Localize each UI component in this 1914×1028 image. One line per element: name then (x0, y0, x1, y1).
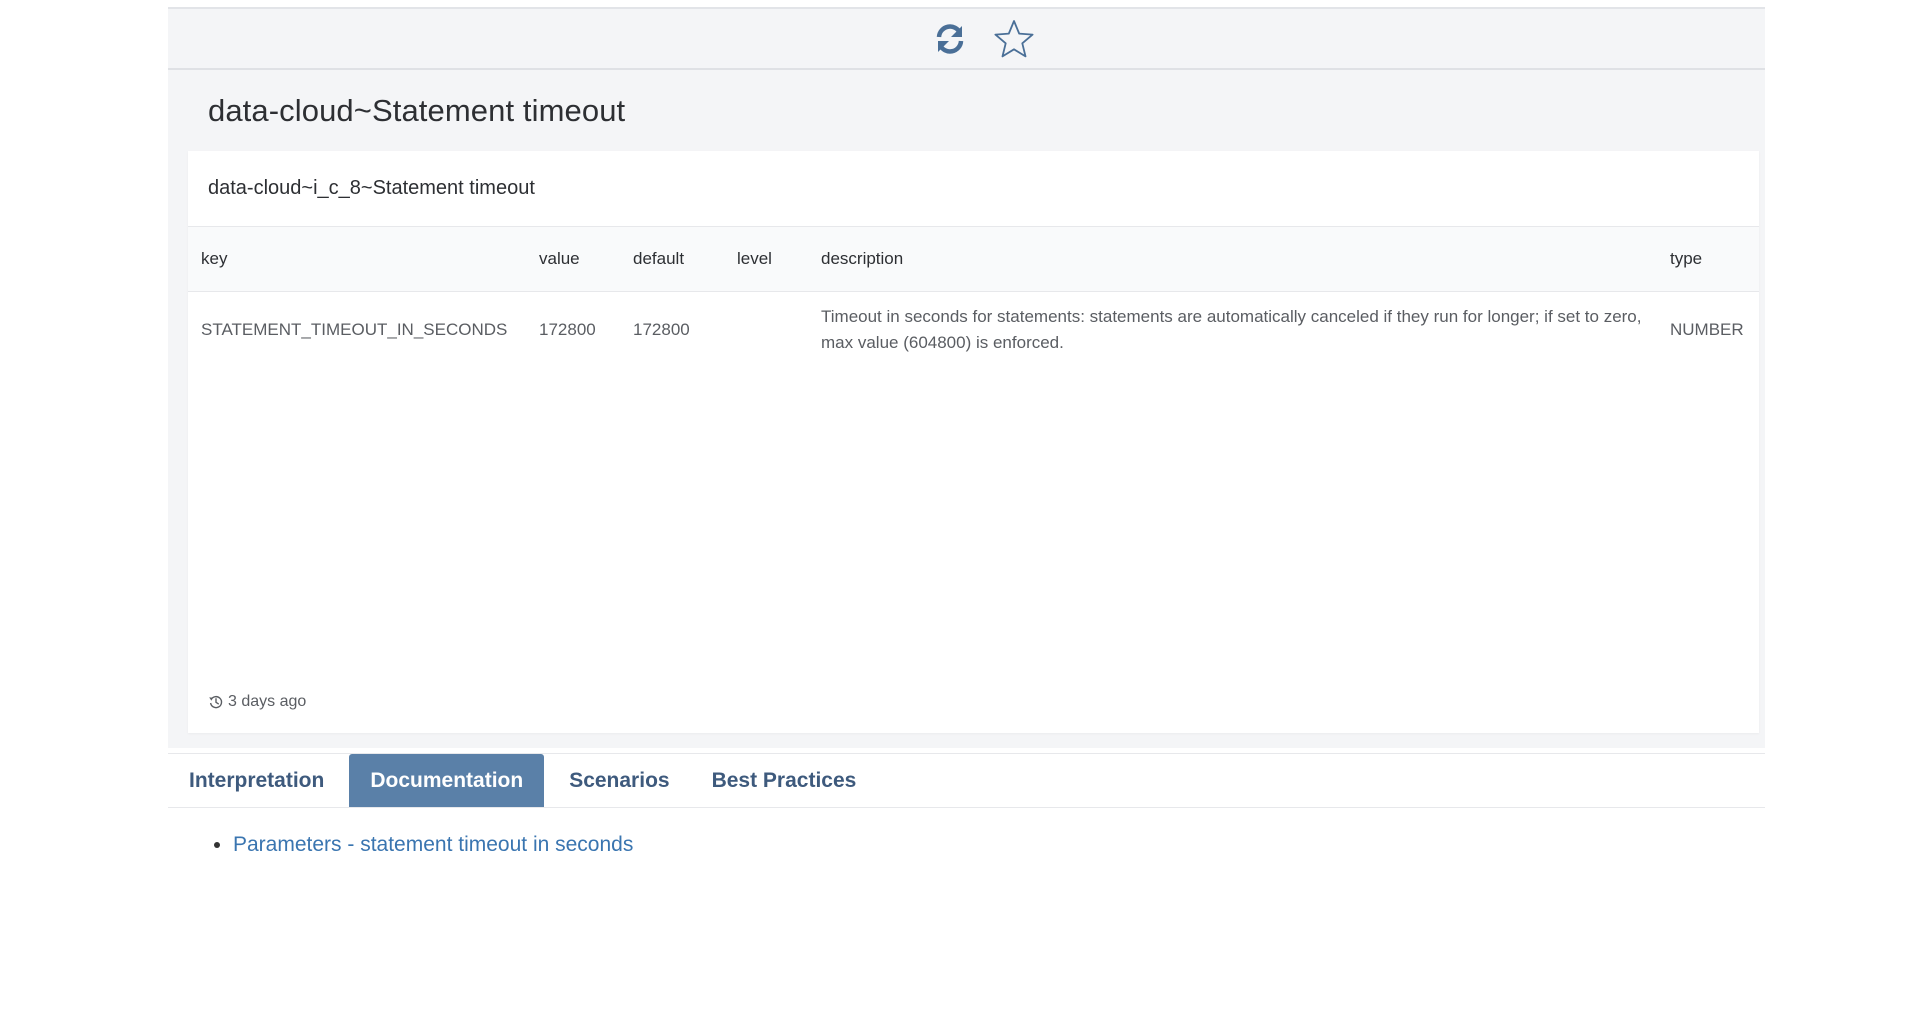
refresh-button[interactable] (928, 17, 972, 61)
tab-scenarios[interactable]: Scenarios (548, 754, 690, 807)
card-header: data-cloud~i_c_8~Statement timeout (188, 151, 1759, 227)
column-header-value[interactable]: value (526, 227, 620, 292)
favorite-button[interactable] (992, 17, 1036, 61)
column-header-description[interactable]: description (808, 227, 1657, 292)
info-tabs: Interpretation Documentation Scenarios B… (168, 753, 1765, 808)
column-header-type[interactable]: type (1657, 227, 1759, 292)
parameters-table: key value default level description type… (188, 227, 1759, 368)
documentation-links: Parameters - statement timeout in second… (205, 830, 633, 860)
column-header-default[interactable]: default (620, 227, 724, 292)
refresh-icon (936, 23, 963, 54)
cell-key: STATEMENT_TIMEOUT_IN_SECONDS (201, 319, 508, 339)
cell-type: NUMBER (1670, 319, 1744, 339)
cell-default: 172800 (633, 319, 690, 339)
last-updated-text: 3 days ago (228, 693, 307, 710)
tab-documentation[interactable]: Documentation (349, 754, 545, 807)
list-item: Parameters - statement timeout in second… (233, 830, 633, 860)
parameter-panel: data-cloud~Statement timeout data-cloud~… (168, 7, 1765, 748)
column-header-level[interactable]: level (724, 227, 808, 292)
toolbar (168, 9, 1765, 70)
cell-description: Timeout in seconds for statements: state… (821, 306, 1642, 352)
history-icon (209, 695, 223, 709)
column-header-key[interactable]: key (188, 227, 526, 292)
tab-interpretation[interactable]: Interpretation (168, 754, 345, 807)
star-icon (994, 19, 1033, 57)
cell-level (724, 291, 808, 368)
cell-value: 172800 (539, 319, 596, 339)
table-header-row: key value default level description type (188, 227, 1759, 292)
last-updated: 3 days ago (208, 693, 306, 711)
table-row: STATEMENT_TIMEOUT_IN_SECONDS 172800 1728… (188, 291, 1759, 368)
doc-link-statement-timeout[interactable]: Parameters - statement timeout in second… (233, 833, 633, 856)
parameter-card: data-cloud~i_c_8~Statement timeout key v… (188, 151, 1759, 733)
tab-best-practices[interactable]: Best Practices (691, 754, 878, 807)
page-title: data-cloud~Statement timeout (208, 93, 626, 128)
